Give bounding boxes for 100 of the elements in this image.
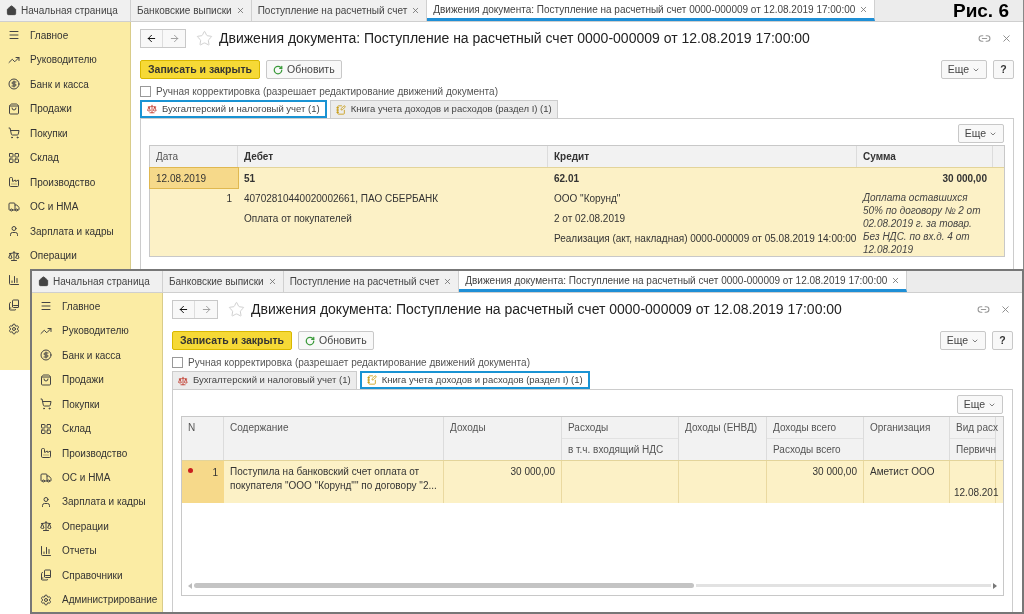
sidebar-item[interactable]: Отчеты [32,538,162,564]
back-arrow-icon [146,32,157,44]
help-button[interactable]: ? [992,331,1013,350]
grid-icon [8,151,20,164]
sidebar-item[interactable]: Банк и касса [32,342,162,368]
sidebar-item[interactable]: Операции [32,514,162,539]
column-header[interactable]: Содержание [224,417,443,438]
truck-icon [8,200,20,213]
sidebar-item[interactable]: Зарплата и кадры [0,219,130,244]
column-header[interactable]: Расходы [562,417,678,438]
sidebar-item[interactable]: ОС и НМА [0,194,130,219]
table-cell-text: 1 [212,466,218,480]
sidebar-item[interactable]: Покупки [32,391,162,417]
sidebar-item[interactable]: Руководителю [32,318,162,343]
forward-arrow-icon [200,303,212,315]
sidebar-item[interactable]: Администрирование [32,587,162,612]
notebook-icon [335,104,346,115]
table-cell-text: 51 [243,171,257,186]
more-button[interactable]: Еще [939,331,986,350]
window-tab[interactable]: Поступление на расчетный счет [251,0,428,21]
checkbox-label: Ручная корректировка (разрешает редактирование движений документа) [156,84,498,99]
sidebar-item[interactable]: Справочники [32,563,162,588]
window-title: Движения документа: Поступление на расчетный счет 0000-000009 от 12.08.2019 17:00:00 [219,28,810,48]
sidebar-item[interactable]: Склад [0,145,130,170]
table-cell-text: Доплата оставшихся 50% по договору № 2 от 02.08.2019 г. за товар. Без НДС. по вх.д. 4 от 12.08.2019 [861,191,982,256]
window-tab[interactable]: Поступление на расчетный счет [283,271,460,292]
star-icon[interactable] [228,300,245,318]
checkbox[interactable] [140,85,151,97]
section-tab[interactable]: Книга учета доходов и расходов (раздел I) (1) [329,100,558,118]
column-header[interactable]: Доходы (ЕНВД) [679,417,766,438]
settings-icon[interactable] [8,323,20,336]
checkbox[interactable] [172,356,183,368]
column-header[interactable]: Сумма [857,146,993,167]
column-header[interactable]: N [182,417,223,438]
table-cell: 30 000,00 [812,465,857,479]
sidebar-item[interactable]: Руководителю [0,47,130,72]
books-icon [40,569,52,582]
sidebar-item[interactable]: Производство [32,440,162,466]
column-header[interactable]: Доходы [444,417,561,438]
bag-icon [8,102,20,115]
window-tab[interactable]: Движения документа: Поступление на расчетный счет 0000-000009 от 12.08.2019 17:00:00 [427,0,876,21]
menu-icon [8,29,20,42]
coin-icon [40,349,52,362]
bar-chart-icon[interactable] [8,274,20,287]
column-header[interactable]: Доходы всего [767,417,863,438]
sidebar-item[interactable]: Производство [0,170,130,195]
refresh-button[interactable]: Обновить [298,331,374,350]
column-header[interactable]: Кредит [548,146,857,167]
settings-icon [40,593,52,606]
sidebar-item[interactable]: Продажи [32,367,162,392]
sidebar-item[interactable]: Банк и касса [0,72,130,97]
column-header[interactable]: в т.ч. входящий НДС [562,438,678,459]
sidebar-item[interactable]: Главное [32,294,162,319]
sidebar-item[interactable]: Продажи [0,96,130,121]
close-icon[interactable] [443,277,453,286]
forward-arrow-icon [168,32,180,44]
column-header[interactable]: Организация [864,417,949,438]
close-icon[interactable] [267,277,277,286]
star-icon[interactable] [196,29,213,47]
column-header[interactable]: Расходы всего [767,438,863,459]
section-tab[interactable]: Бухгалтерский и налоговый учет (1) [172,371,357,389]
save-close-button[interactable]: Записать и закрыть [172,331,293,350]
bar-chart-icon [40,544,52,557]
close-icon[interactable] [859,4,869,14]
sidebar-item[interactable]: Главное [0,23,130,48]
table-cell-text: 2 от 02.08.2019 [553,211,627,226]
sidebar-item[interactable]: Зарплата и кадры [32,489,162,515]
window-tab[interactable]: Начальная страница [32,271,163,292]
column-header[interactable]: Первичн [950,438,995,459]
more-button[interactable]: Еще [940,60,987,79]
section-tab[interactable]: Бухгалтерский и налоговый учет (1) [140,100,327,118]
scale-icon [8,249,20,262]
table-cell[interactable]: 12.08.2019 [150,168,238,188]
close-icon[interactable] [235,6,245,15]
save-close-button[interactable]: Записать и закрыть [140,60,261,79]
person-icon [40,496,52,508]
close-icon[interactable] [891,275,901,285]
refresh-button[interactable]: Обновить [266,60,342,79]
help-button[interactable]: ? [993,60,1014,79]
horizontal-scrollbar[interactable] [188,582,997,589]
sidebar-item[interactable]: Покупки [0,121,130,146]
books-icon[interactable] [8,298,20,311]
section-tab[interactable]: Книга учета доходов и расходов (раздел I) (1) [359,371,590,389]
figure-label: Рис. 6 [952,0,1009,21]
sidebar-item[interactable]: Операции [0,243,130,268]
window-tab[interactable]: Банковские выписки [131,0,252,21]
window-tab[interactable]: Движения документа: Поступление на расчетный счет 0000-000009 от 12.08.2019 17:00:00 [459,271,908,292]
column-header[interactable]: Дебет [238,146,548,167]
window-tab[interactable]: Начальная страница [0,0,131,21]
close-icon[interactable] [411,6,421,15]
sidebar-item[interactable]: ОС и НМА [32,465,162,490]
table-cell-text: 12.08.201 [954,486,999,500]
close-icon[interactable] [1001,32,1012,44]
window-tab[interactable]: Банковские выписки [163,271,284,292]
sidebar-item[interactable]: Склад [32,416,162,441]
table-more-button[interactable]: Еще [956,395,1003,414]
table-more-button[interactable]: Еще [957,124,1004,143]
close-icon[interactable] [1000,303,1011,315]
window-title: Движения документа: Поступление на расчетный счет 0000-000009 от 12.08.2019 17:00:00 [251,299,842,319]
table-cell-text: 62.01 [553,171,581,186]
